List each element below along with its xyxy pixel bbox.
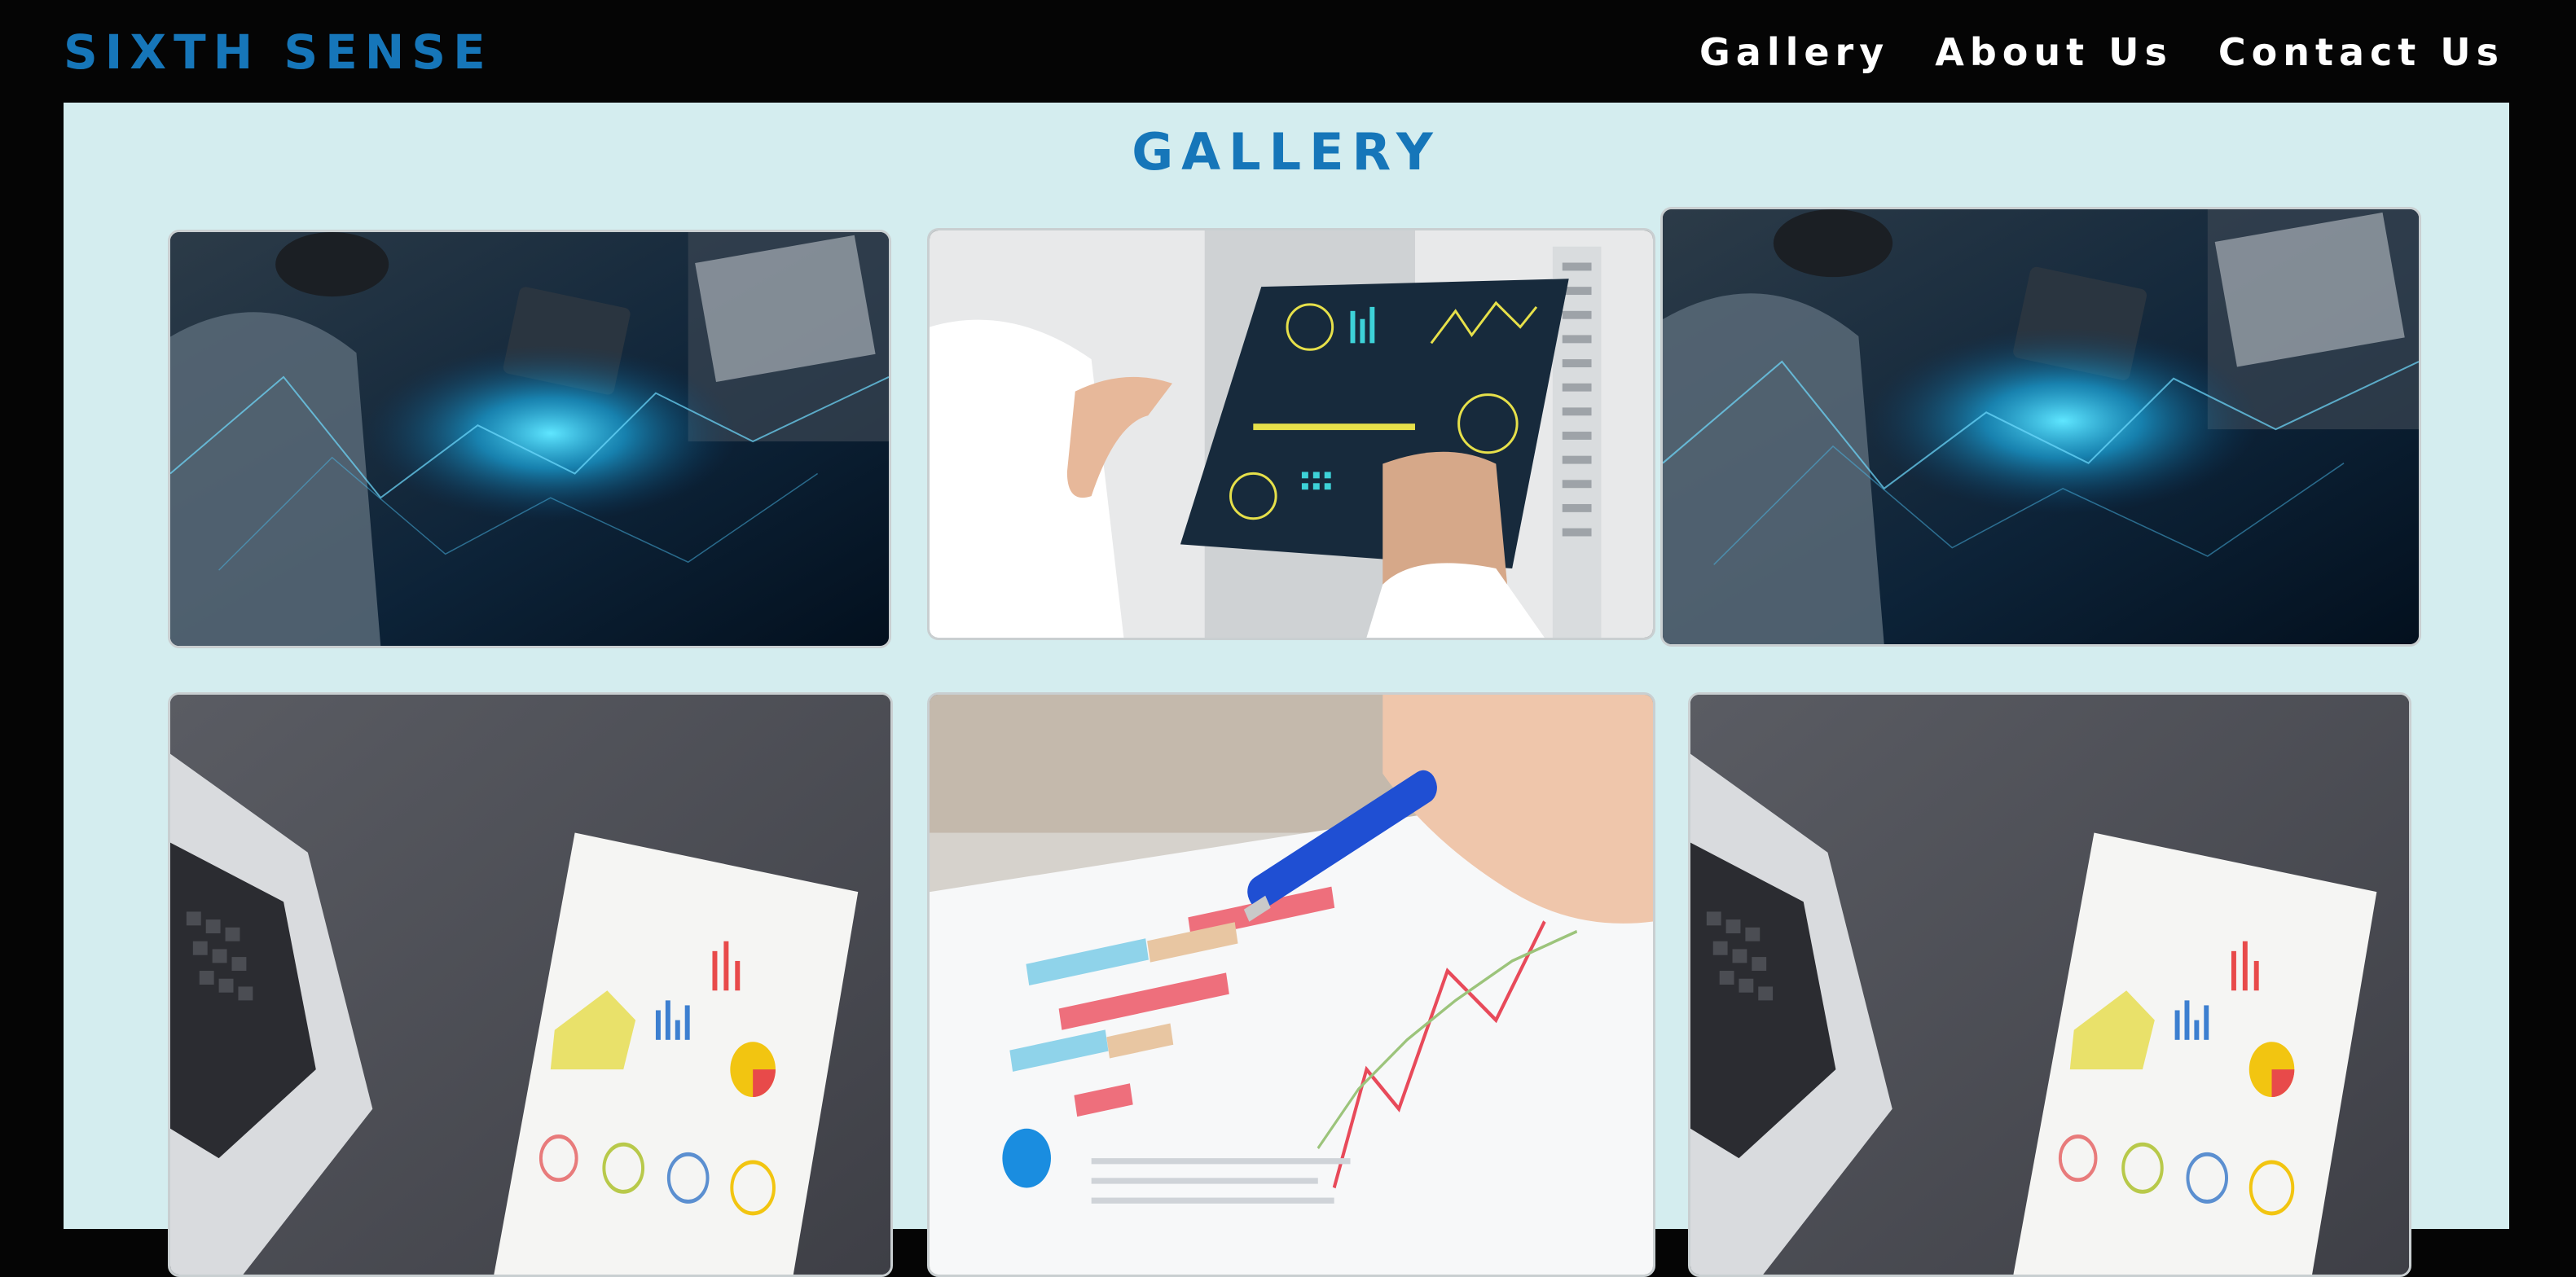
gallery-section: GALLERY — [64, 103, 2509, 1277]
gallery-image-6[interactable] — [1688, 692, 2411, 1277]
laptop-report-photo — [1690, 695, 2409, 1275]
gallery-image-1[interactable] — [168, 230, 891, 648]
gallery-image-5[interactable] — [927, 692, 1655, 1277]
gallery-image-2[interactable] — [927, 228, 1655, 640]
main-nav: Gallery About Us Contact Us — [1699, 21, 2504, 83]
data-network-photo — [1663, 209, 2419, 644]
dashboard-tablet-photo — [930, 230, 1653, 638]
gallery-image-4[interactable] — [168, 692, 893, 1277]
laptop-report-photo — [170, 695, 890, 1275]
page-title: GALLERY — [1132, 122, 1441, 182]
chart-printout-photo — [930, 695, 1653, 1275]
nav-about-us[interactable]: About Us — [1935, 21, 2173, 83]
gallery-image-3[interactable] — [1660, 207, 2421, 647]
nav-contact-us[interactable]: Contact Us — [2218, 21, 2504, 83]
data-network-photo — [170, 232, 889, 646]
navbar: SIXTH SENSE Gallery About Us Contact Us — [0, 0, 2576, 103]
nav-gallery[interactable]: Gallery — [1699, 21, 1889, 83]
brand-logo[interactable]: SIXTH SENSE — [64, 21, 493, 83]
